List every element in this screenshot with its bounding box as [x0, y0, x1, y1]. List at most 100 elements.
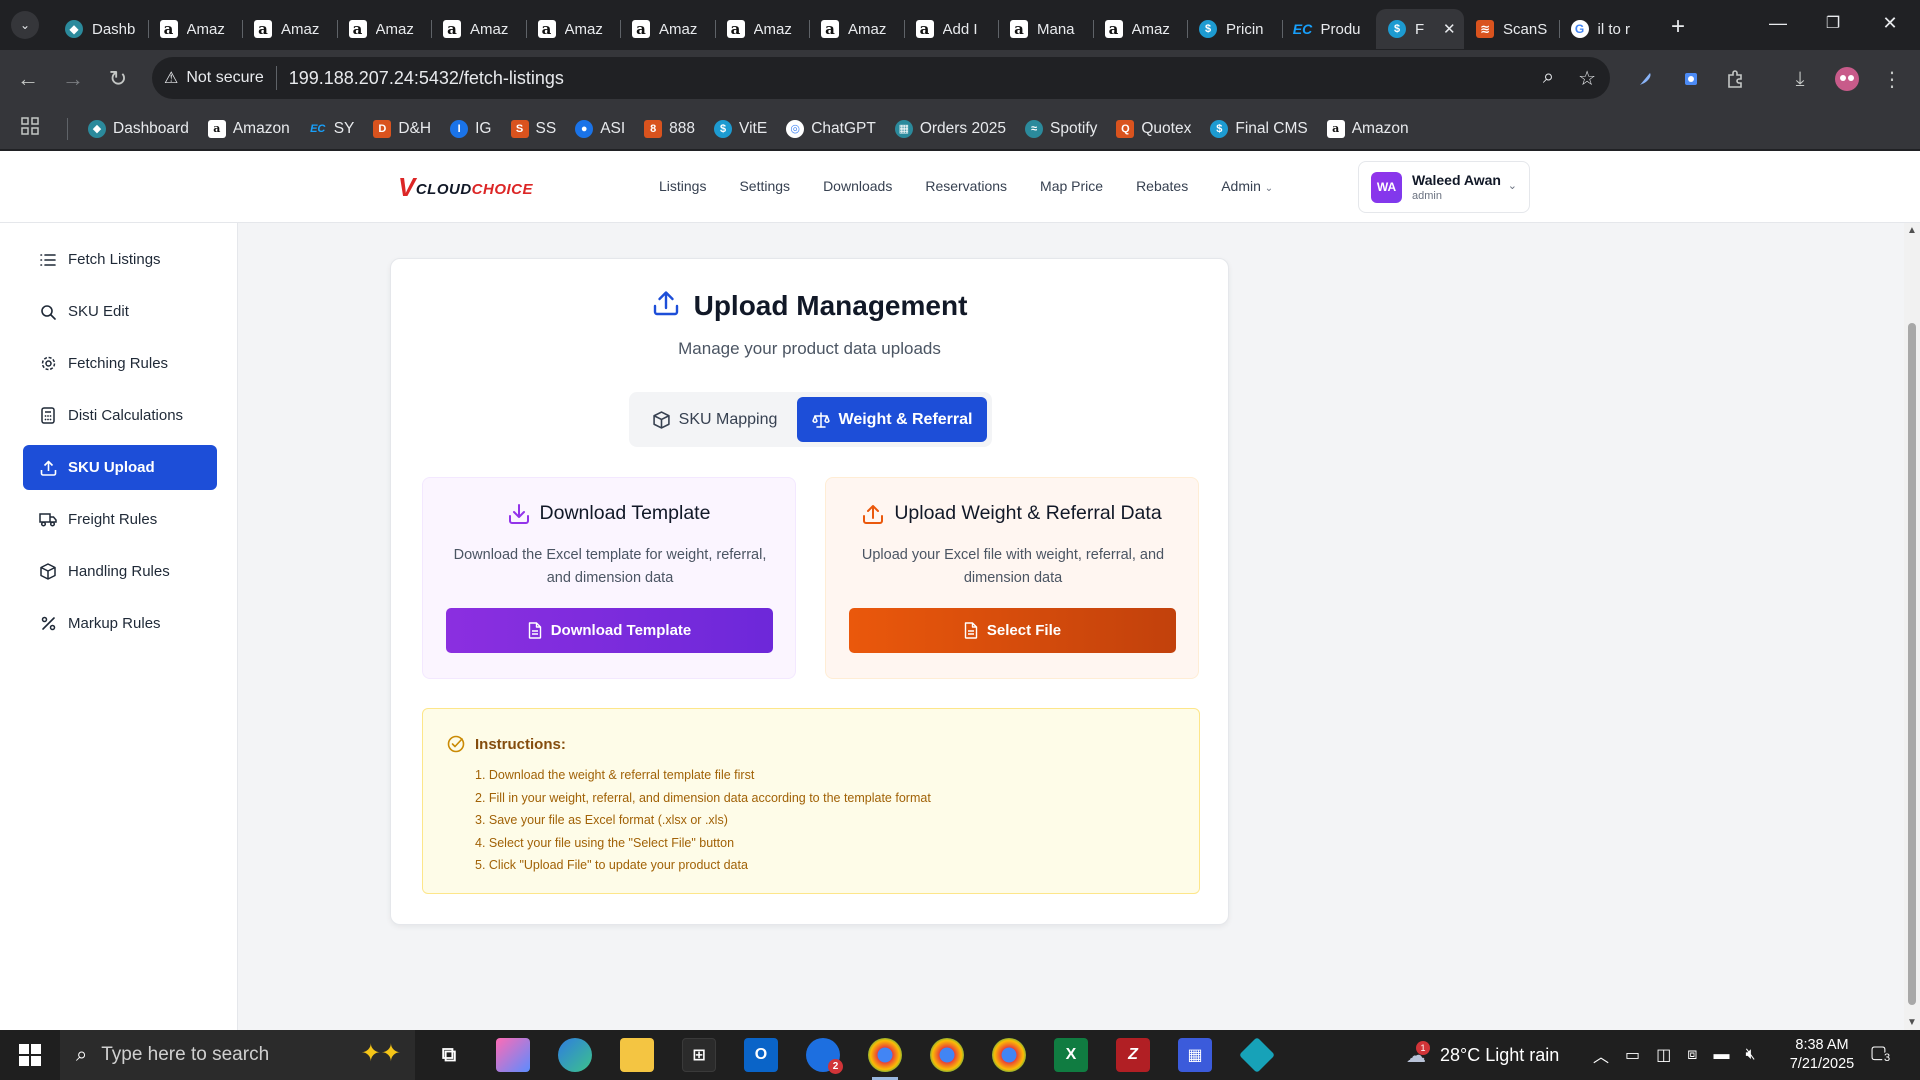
nav-reservations[interactable]: Reservations [925, 178, 1007, 194]
sidebar-item-freight-rules[interactable]: Freight Rules [23, 497, 217, 542]
sidebar-item-handling-rules[interactable]: Handling Rules [23, 549, 217, 594]
address-bar[interactable]: ⚠ Not secure 199.188.207.24:5432/fetch-l… [152, 57, 1610, 99]
bookmark-item[interactable]: $ Final CMS [1210, 119, 1308, 138]
vcloudchoice-logo[interactable]: V CLOUD CHOICE [398, 174, 533, 200]
forward-arrow-icon[interactable]: → [53, 59, 93, 99]
file-explorer-icon[interactable] [620, 1038, 654, 1072]
bookmark-item[interactable]: ▦ Orders 2025 [894, 119, 1006, 138]
scrollbar-thumb[interactable] [1908, 323, 1916, 1005]
security-label[interactable]: Not secure [186, 69, 263, 87]
browser-tab[interactable]: a Mana [998, 9, 1093, 49]
notifications-icon[interactable]: ▢ 3 [1870, 1042, 1893, 1064]
weather-widget[interactable]: ☁ 1 28°C Light rain [1406, 1030, 1559, 1080]
taskbar-search[interactable]: ⌕ Type here to search ✦✦ [60, 1030, 415, 1080]
bookmark-item[interactable]: ● ASI [575, 119, 625, 138]
tab-weight-referral[interactable]: Weight & Referral [797, 397, 987, 442]
sidebar-item-disti-calculations[interactable]: Disti Calculations [23, 393, 217, 438]
browser-tab[interactable]: a Amaz [147, 9, 243, 49]
scroll-up-arrow-icon[interactable]: ▲ [1907, 225, 1917, 236]
bookmark-star-icon[interactable]: ☆ [1578, 66, 1596, 91]
browser-tab[interactable]: ≋ ScanS [1464, 9, 1559, 49]
bookmark-item[interactable]: ◆ Dashboard [88, 119, 189, 138]
battery-icon[interactable]: ▬ [1713, 1046, 1729, 1064]
chrome-secondary-app-icon[interactable] [992, 1038, 1026, 1072]
tab-sku-mapping[interactable]: SKU Mapping [635, 397, 795, 442]
browser-tab[interactable]: a Amaz [714, 9, 810, 49]
profile-avatar[interactable] [1830, 62, 1864, 96]
tab-search-chevron-icon[interactable]: ⌄ [11, 11, 39, 39]
bookmark-item[interactable]: S SS [510, 119, 556, 138]
excel-app-icon[interactable]: X [1054, 1038, 1088, 1072]
bookmark-item[interactable]: D D&H [373, 119, 431, 138]
bookmark-item[interactable]: Q Quotex [1116, 119, 1191, 138]
browser-tab[interactable]: a Amaz [1092, 9, 1188, 49]
bookmark-item[interactable]: EC SY [309, 120, 354, 138]
sidebar-item-fetching-rules[interactable]: Fetching Rules [23, 341, 217, 386]
browser-tab[interactable]: Gil to r [1558, 9, 1654, 49]
bookmark-item[interactable]: a Amazon [207, 119, 290, 138]
nav-settings[interactable]: Settings [739, 178, 790, 194]
sidebar-item-markup-rules[interactable]: Markup Rules [23, 601, 217, 646]
bookmark-item[interactable]: a Amazon [1326, 119, 1409, 138]
camera-icon[interactable]: ◫ [1656, 1045, 1671, 1065]
page-scrollbar[interactable]: ▲ ▼ [1904, 223, 1920, 1030]
back-arrow-icon[interactable]: ← [8, 59, 48, 99]
browser-tab[interactable]: a Amaz [431, 9, 526, 49]
microsoft-store-icon[interactable]: ⊞ [682, 1038, 716, 1072]
display-icon[interactable]: ▭ [1625, 1045, 1640, 1065]
reload-icon[interactable]: ↻ [98, 59, 138, 99]
sidebar-item-sku-edit[interactable]: SKU Edit [23, 289, 217, 334]
browser-tab[interactable]: a Amaz [620, 9, 715, 49]
browser-tab[interactable]: $ Pricin [1187, 9, 1282, 49]
outlook-app-icon[interactable]: O [744, 1038, 778, 1072]
filezilla-app-icon[interactable]: Z [1116, 1038, 1150, 1072]
clock[interactable]: 8:38 AM 7/21/2025 [1778, 1036, 1866, 1074]
bookmark-item[interactable]: I IG [450, 119, 492, 138]
extension-feather-icon[interactable] [1628, 62, 1662, 96]
copilot-app-icon[interactable] [496, 1038, 530, 1072]
sidebar-item-fetch-listings[interactable]: Fetch Listings [23, 237, 217, 282]
close-tab-icon[interactable]: ✕ [1443, 20, 1456, 38]
browser-tab[interactable]: $ F ✕ [1376, 9, 1464, 49]
close-window-icon[interactable]: ✕ [1867, 0, 1913, 46]
extensions-puzzle-icon[interactable] [1718, 62, 1752, 96]
bookmark-item[interactable]: $ VitE [714, 119, 767, 138]
minimize-icon[interactable]: — [1755, 0, 1801, 46]
chrome-app-icon[interactable] [868, 1038, 902, 1080]
select-file-button[interactable]: Select File [849, 608, 1176, 653]
url-text[interactable]: 199.188.207.24:5432/fetch-listings [289, 68, 564, 89]
nav-listings[interactable]: Listings [659, 178, 706, 194]
browser-tab[interactable]: ◆ Dashb [53, 9, 148, 49]
apps-grid-icon[interactable] [21, 117, 43, 140]
task-view-icon[interactable]: ⧉ [432, 1038, 466, 1072]
nav-map-price[interactable]: Map Price [1040, 178, 1103, 194]
browser-tab[interactable]: a Amaz [336, 9, 432, 49]
browser-tab[interactable]: a Amaz [809, 9, 904, 49]
scroll-down-arrow-icon[interactable]: ▼ [1907, 1017, 1917, 1028]
download-icon[interactable]: ⤓ [1783, 62, 1817, 96]
chrome-profile-app-icon[interactable] [930, 1038, 964, 1072]
screen-share-icon[interactable]: ⧈ [1687, 1046, 1697, 1064]
browser-menu-kebab-icon[interactable]: ⋮ [1875, 62, 1909, 96]
bookmark-item[interactable]: ◎ ChatGPT [786, 119, 876, 138]
user-menu[interactable]: WA Waleed Awan admin ⌄ [1358, 161, 1530, 213]
nav-downloads[interactable]: Downloads [823, 178, 892, 194]
windows-start-icon[interactable] [0, 1030, 60, 1080]
extension-puzzle-blue-icon[interactable] [1674, 62, 1708, 96]
nav-rebates[interactable]: Rebates [1136, 178, 1188, 194]
app-diamond-icon[interactable] [1238, 1036, 1276, 1074]
edge-app-icon[interactable] [558, 1038, 592, 1072]
download-template-button[interactable]: Download Template [446, 608, 773, 653]
browser-tab[interactable]: a Amaz [242, 9, 337, 49]
browser-tab[interactable]: a Amaz [525, 9, 621, 49]
browser-tab[interactable]: EC Produ [1281, 9, 1377, 49]
calendar-app-icon[interactable]: 2 [806, 1038, 843, 1074]
bookmark-item[interactable]: ≈ Spotify [1024, 119, 1097, 138]
sidebar-item-sku-upload[interactable]: SKU Upload [23, 445, 217, 490]
volume-muted-icon[interactable]: 🔇︎ [1745, 1046, 1755, 1064]
chevron-up-icon[interactable]: ︿ [1593, 1043, 1609, 1067]
calculator-app-icon[interactable]: ▦ [1178, 1038, 1212, 1072]
bookmark-item[interactable]: 8 888 [644, 119, 695, 138]
browser-tab[interactable]: a Add I [903, 9, 999, 49]
restore-icon[interactable]: ❐ [1810, 0, 1856, 46]
